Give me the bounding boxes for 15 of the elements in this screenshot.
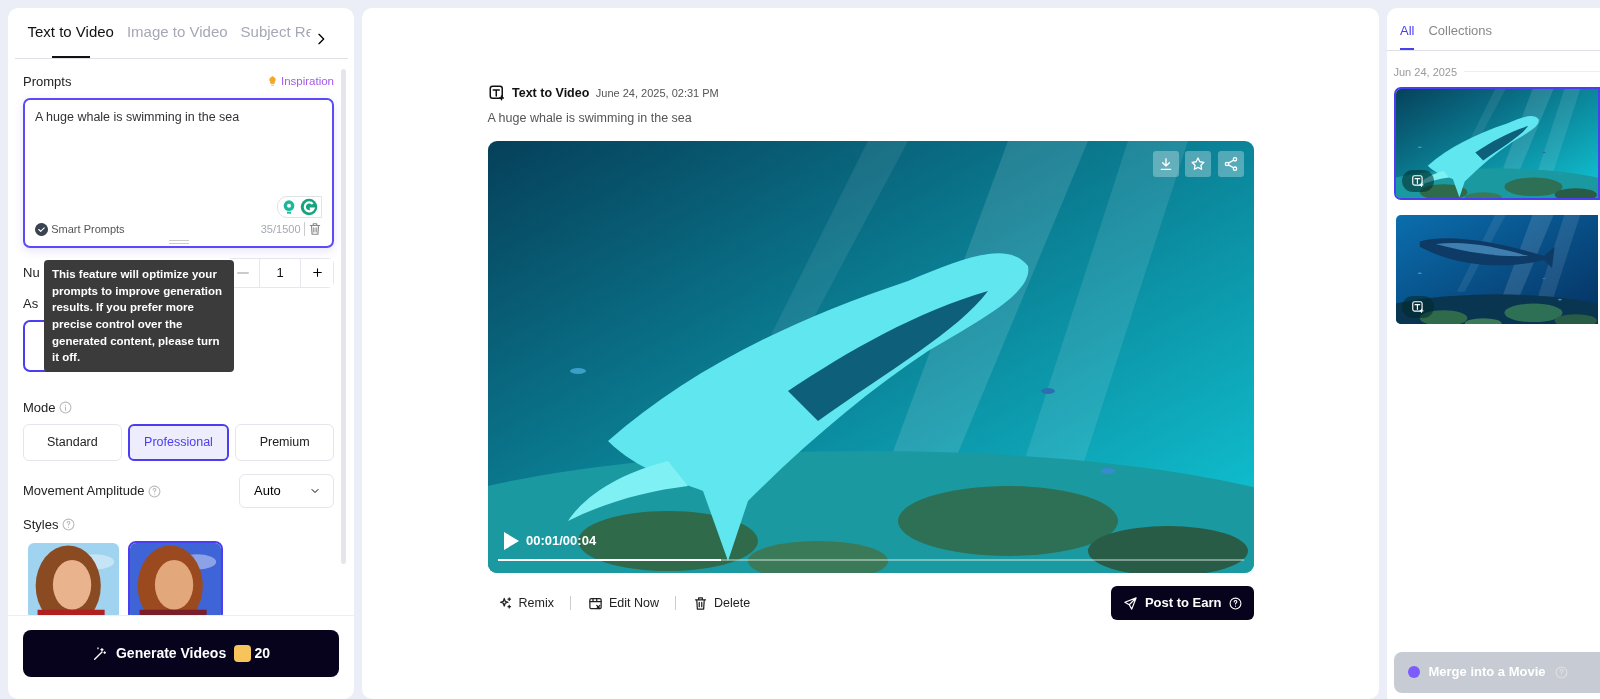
- tooltip: This feature will optimize your prompts to improve generation results. If you prefer more precise control over the generated content, please turn it off.: [44, 260, 234, 373]
- video-time: 00:01/00:04: [526, 532, 597, 551]
- result-type: Text to Video: [512, 85, 590, 102]
- styles-label: Styles: [23, 515, 59, 534]
- number-of-videos-label: Nu: [23, 263, 40, 282]
- result-prompt: A huge whale is swimming in the sea: [487, 110, 693, 128]
- mode-label: Mode: [23, 399, 56, 417]
- credit-count: 20: [254, 644, 271, 663]
- character-count: 35/1500: [260, 222, 301, 237]
- movement-amplitude-label: Movement Amplitude: [23, 482, 145, 501]
- history-date: Jun 24, 2025: [1393, 64, 1458, 80]
- aspect-ratios-label: As: [23, 296, 39, 311]
- prompts-label: Prompts: [23, 72, 72, 91]
- videos-count: 1: [259, 258, 301, 287]
- result-date: June 24, 2025, 02:31 PM: [595, 86, 719, 102]
